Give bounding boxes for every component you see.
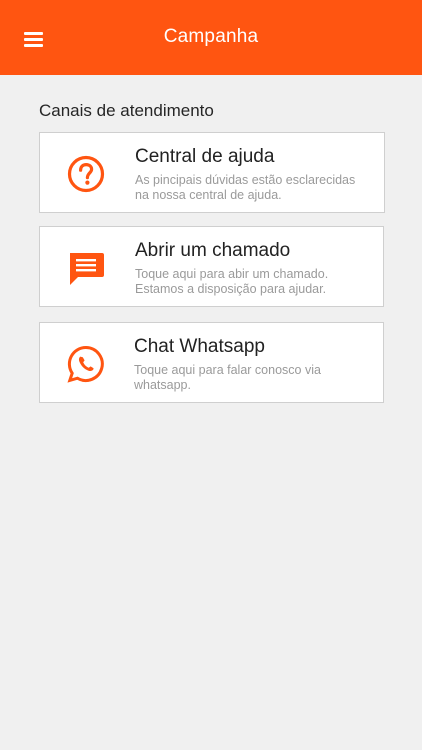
- whatsapp-chat-card[interactable]: Chat Whatsapp Toque aqui para falar cono…: [39, 322, 384, 403]
- page-title: Campanha: [163, 25, 259, 47]
- card-title: Chat Whatsapp: [134, 336, 265, 357]
- chat-message-icon: [65, 247, 107, 289]
- section-title: Canais de atendimento: [39, 101, 214, 120]
- card-description: Toque aqui para abir um chamado. Estamos…: [135, 267, 329, 296]
- hamburger-menu-icon: [23, 31, 43, 47]
- card-description: Toque aqui para falar conosco via whatsa…: [134, 363, 321, 392]
- app-bar: Campanha: [0, 0, 422, 75]
- card-description: As pincipais dúvidas estão esclarecidas …: [135, 173, 356, 202]
- help-circle-icon: [65, 153, 107, 195]
- card-title: Abrir um chamado: [135, 240, 291, 261]
- card-title: Central de ajuda: [135, 146, 275, 167]
- open-ticket-card[interactable]: Abrir um chamado Toque aqui para abir um…: [39, 226, 384, 307]
- menu-button[interactable]: [14, 22, 52, 56]
- help-center-card[interactable]: Central de ajuda As pincipais dúvidas es…: [39, 132, 385, 213]
- whatsapp-icon: [65, 343, 107, 385]
